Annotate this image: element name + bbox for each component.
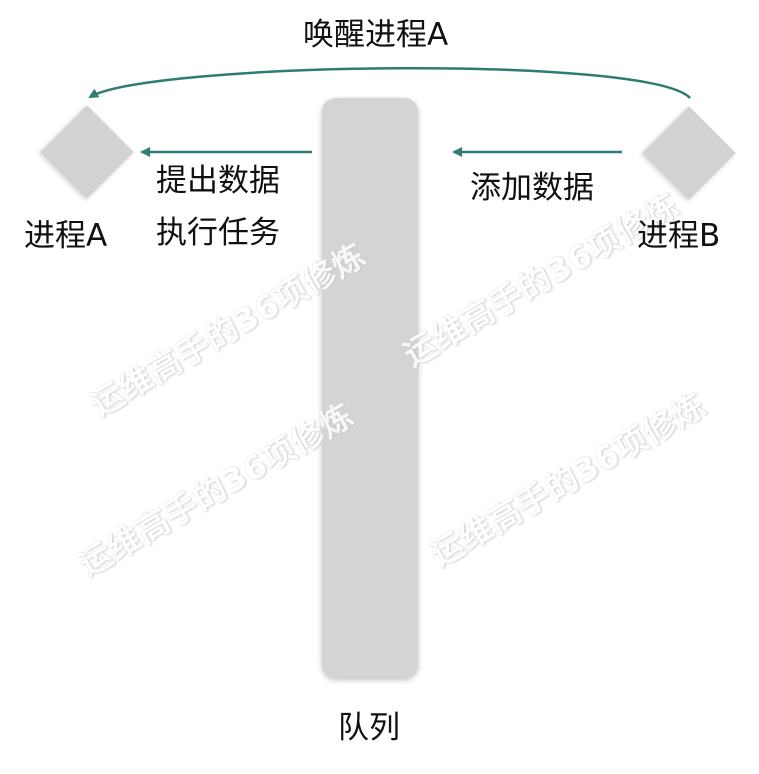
wake-label: 唤醒进程A — [303, 17, 449, 53]
fetch-label-line2: 执行任务 — [156, 215, 280, 251]
wake-arrow — [88, 67, 691, 99]
diagram-canvas: 运维高手的36项修炼 运维高手的36项修炼 运维高手的36项修炼 运维高手的36… — [0, 0, 759, 774]
arrows-layer — [88, 67, 691, 157]
process-b-label: 进程B — [637, 218, 721, 254]
process-a-label: 进程A — [24, 218, 108, 254]
queue-label: 队列 — [338, 710, 400, 746]
add-data-label: 添加数据 — [470, 170, 594, 206]
fetch-label-line1: 提出数据 — [156, 163, 280, 199]
